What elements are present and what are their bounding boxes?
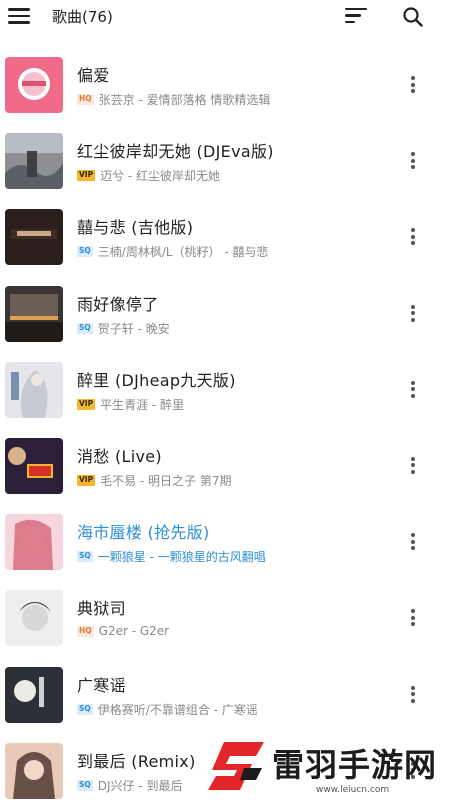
song-title: 广寒谣 (77, 675, 126, 695)
artist-album-text: 迈兮 - 红尘彼岸却无她 (100, 169, 221, 184)
song-row[interactable]: 典狱司 HQ G2er - G2er (0, 581, 450, 657)
quality-badge: SQ (77, 779, 93, 791)
song-title: 醉里 (DJheap九天版) (77, 370, 236, 390)
song-meta: HQ G2er - G2er (77, 624, 169, 638)
quality-badge: VIP (77, 170, 96, 182)
album-cover (5, 57, 63, 113)
artist-album-text: 贺子轩 - 晚安 (97, 321, 170, 336)
song-row[interactable]: 囍与悲 (吉他版) SQ 三楠/周林枫/L（桃籽） - 囍与悲 (0, 200, 450, 276)
album-cover (5, 437, 63, 494)
song-title: 消愁 (Live) (77, 446, 162, 466)
more-options-icon[interactable] (405, 609, 421, 629)
quality-badge: HQ (77, 625, 94, 637)
song-row[interactable]: 醉里 (DJheap九天版) VIP 平生青涯 - 醉里 (0, 353, 450, 429)
artist-album-text: 毛不易 - 明日之子 第7期 (100, 473, 232, 488)
artist-album-text: 平生青涯 - 醉里 (100, 397, 185, 412)
song-meta: SQ 三楠/周林枫/L（桃籽） - 囍与悲 (77, 243, 269, 260)
song-title: 偏爱 (77, 66, 110, 85)
song-list: 偏爱 HQ 张芸京 - 爱情部落格 情歌精选辑红尘彼岸却无她 (DJEva版) VIP… (0, 48, 450, 800)
sort-icon[interactable] (345, 8, 367, 24)
menu-icon[interactable] (8, 8, 30, 24)
quality-badge: SQ (77, 703, 93, 715)
watermark: 雷羽手游网 www.leiucn.com (200, 735, 450, 800)
artist-album-text: 三楠/周林枫/L（桃籽） - 囍与悲 (97, 245, 269, 260)
song-title: 红尘彼岸却无她 (DJEva版) (77, 142, 274, 162)
song-title: 典狱司 (77, 599, 126, 619)
song-title: 海市蜃楼 (抢先版) (77, 523, 210, 543)
quality-badge: HQ (77, 94, 94, 105)
album-cover (5, 742, 63, 799)
song-meta: SQ 一颗狼星 - 一颗狼星的古风翻唱 (77, 548, 266, 565)
song-row[interactable]: 红尘彼岸却无她 (DJEva版) VIP 迈兮 - 红尘彼岸却无她 (0, 124, 450, 200)
album-cover (5, 133, 63, 190)
quality-badge: VIP (77, 398, 96, 410)
song-meta: VIP 迈兮 - 红尘彼岸却无她 (77, 167, 220, 184)
song-title: 雨好像停了 (77, 294, 159, 314)
more-options-icon[interactable] (405, 228, 421, 248)
song-title: 到最后 (Remix) (77, 751, 196, 771)
more-options-icon[interactable] (405, 152, 421, 172)
quality-badge: VIP (77, 474, 96, 486)
song-row[interactable]: 广寒谣 SQ 伊格赛听/不靠谱组合 - 广寒谣 (0, 658, 450, 734)
search-icon[interactable] (402, 6, 424, 28)
song-row[interactable]: 偏爱 HQ 张芸京 - 爱情部落格 情歌精选辑 (0, 48, 450, 124)
song-meta: SQ 贺子轩 - 晚安 (77, 320, 170, 337)
more-options-icon[interactable] (405, 685, 421, 706)
album-cover (5, 514, 63, 571)
album-cover (5, 285, 63, 342)
album-cover (5, 590, 63, 647)
song-meta: VIP 平生青涯 - 醉里 (77, 396, 184, 413)
artist-album-text: 张芸京 - 爱情部落格 情歌精选辑 (98, 93, 271, 107)
page-title: 歌曲(76) (52, 8, 113, 26)
artist-album-text: DJ兴仔 - 到最后 (97, 778, 183, 793)
more-options-icon[interactable] (405, 456, 421, 477)
quality-badge: SQ (77, 246, 93, 258)
quality-badge: SQ (77, 322, 93, 334)
more-options-icon[interactable] (405, 380, 421, 401)
watermark-logo-icon (208, 742, 264, 790)
artist-album-text: G2er - G2er (98, 624, 170, 639)
song-meta: SQ 伊格赛听/不靠谱组合 - 广寒谣 (77, 701, 258, 718)
top-bar: 歌曲(76) (0, 0, 450, 32)
more-options-icon[interactable] (405, 76, 421, 96)
song-row[interactable]: 消愁 (Live) VIP 毛不易 - 明日之子 第7期 (0, 429, 450, 505)
watermark-text: 雷羽手游网 (272, 746, 438, 784)
song-row[interactable]: 海市蜃楼 (抢先版) SQ 一颗狼星 - 一颗狼星的古风翻唱 (0, 505, 450, 581)
watermark-url: www.leiucn.com (316, 785, 390, 795)
album-cover (5, 666, 63, 723)
song-title: 囍与悲 (吉他版) (77, 218, 194, 238)
more-options-icon[interactable] (405, 304, 421, 325)
artist-album-text: 伊格赛听/不靠谱组合 - 广寒谣 (97, 702, 258, 717)
album-cover (5, 209, 63, 266)
quality-badge: SQ (77, 551, 93, 563)
song-meta: SQ DJ兴仔 - 到最后 (77, 777, 183, 794)
song-meta: VIP 毛不易 - 明日之子 第7期 (77, 472, 232, 489)
artist-album-text: 一颗狼星 - 一颗狼星的古风翻唱 (97, 550, 266, 565)
more-options-icon[interactable] (405, 533, 421, 553)
song-meta: HQ 张芸京 - 爱情部落格 情歌精选辑 (77, 91, 270, 108)
song-row[interactable]: 雨好像停了 SQ 贺子轩 - 晚安 (0, 277, 450, 353)
album-cover (5, 361, 63, 418)
